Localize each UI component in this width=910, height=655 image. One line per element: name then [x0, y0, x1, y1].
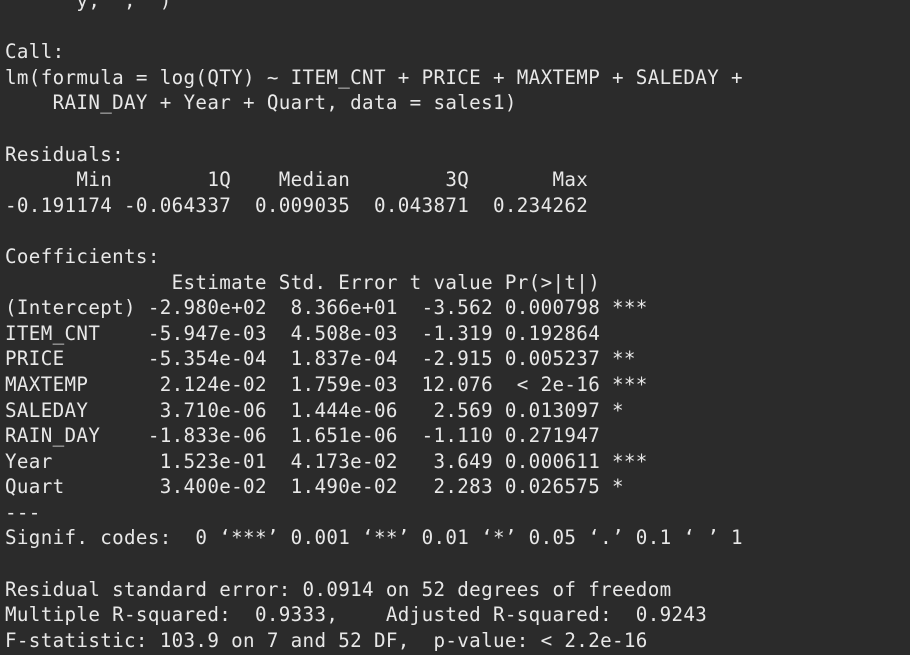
- coef-row-saleday: SALEDAY 3.710e-06 1.444e-06 2.569 0.0130…: [5, 398, 624, 422]
- residuals-heading: Residuals:: [5, 142, 125, 166]
- coef-row-year: Year 1.523e-01 4.173e-02 3.649 0.000611 …: [5, 449, 648, 473]
- coef-row-price: PRICE -5.354e-04 1.837e-04 -2.915 0.0052…: [5, 347, 636, 371]
- call-heading: Call:: [5, 40, 65, 64]
- coefficients-header-row: Estimate Std. Error t value Pr(>|t|): [5, 270, 601, 294]
- coef-row-intercept: (Intercept) -2.980e+02 8.366e+01 -3.562 …: [5, 296, 648, 320]
- r-console-output[interactable]: y, , ) Call: lm(formula = log(QTY) ~ ITE…: [0, 0, 910, 652]
- residual-standard-error-line: Residual standard error: 0.0914 on 52 de…: [5, 577, 672, 601]
- coef-row-maxtemp: MAXTEMP 2.124e-02 1.759e-03 12.076 < 2e-…: [5, 372, 648, 396]
- call-formula-line-2: RAIN_DAY + Year + Quart, data = sales1): [5, 91, 517, 115]
- r-squared-line: Multiple R-squared: 0.9333, Adjusted R-s…: [5, 603, 708, 627]
- residuals-header-row: Min 1Q Median 3Q Max: [5, 168, 589, 192]
- console-line-partial-top: y, , ): [5, 0, 172, 12]
- separator-line: ---: [5, 500, 41, 524]
- coef-row-item-cnt: ITEM_CNT -5.947e-03 4.508e-03 -1.319 0.1…: [5, 321, 601, 345]
- signif-codes-line: Signif. codes: 0 ‘***’ 0.001 ‘**’ 0.01 ‘…: [5, 526, 743, 550]
- coefficients-heading: Coefficients:: [5, 244, 160, 268]
- residuals-values-row: -0.191174 -0.064337 0.009035 0.043871 0.…: [5, 193, 589, 217]
- f-statistic-line: F-statistic: 103.9 on 7 and 52 DF, p-val…: [5, 628, 648, 652]
- coef-row-quart: Quart 3.400e-02 1.490e-02 2.283 0.026575…: [5, 475, 624, 499]
- coef-row-rain-day: RAIN_DAY -1.833e-06 1.651e-06 -1.110 0.2…: [5, 424, 601, 448]
- call-formula-line-1: lm(formula = log(QTY) ~ ITEM_CNT + PRICE…: [5, 65, 743, 89]
